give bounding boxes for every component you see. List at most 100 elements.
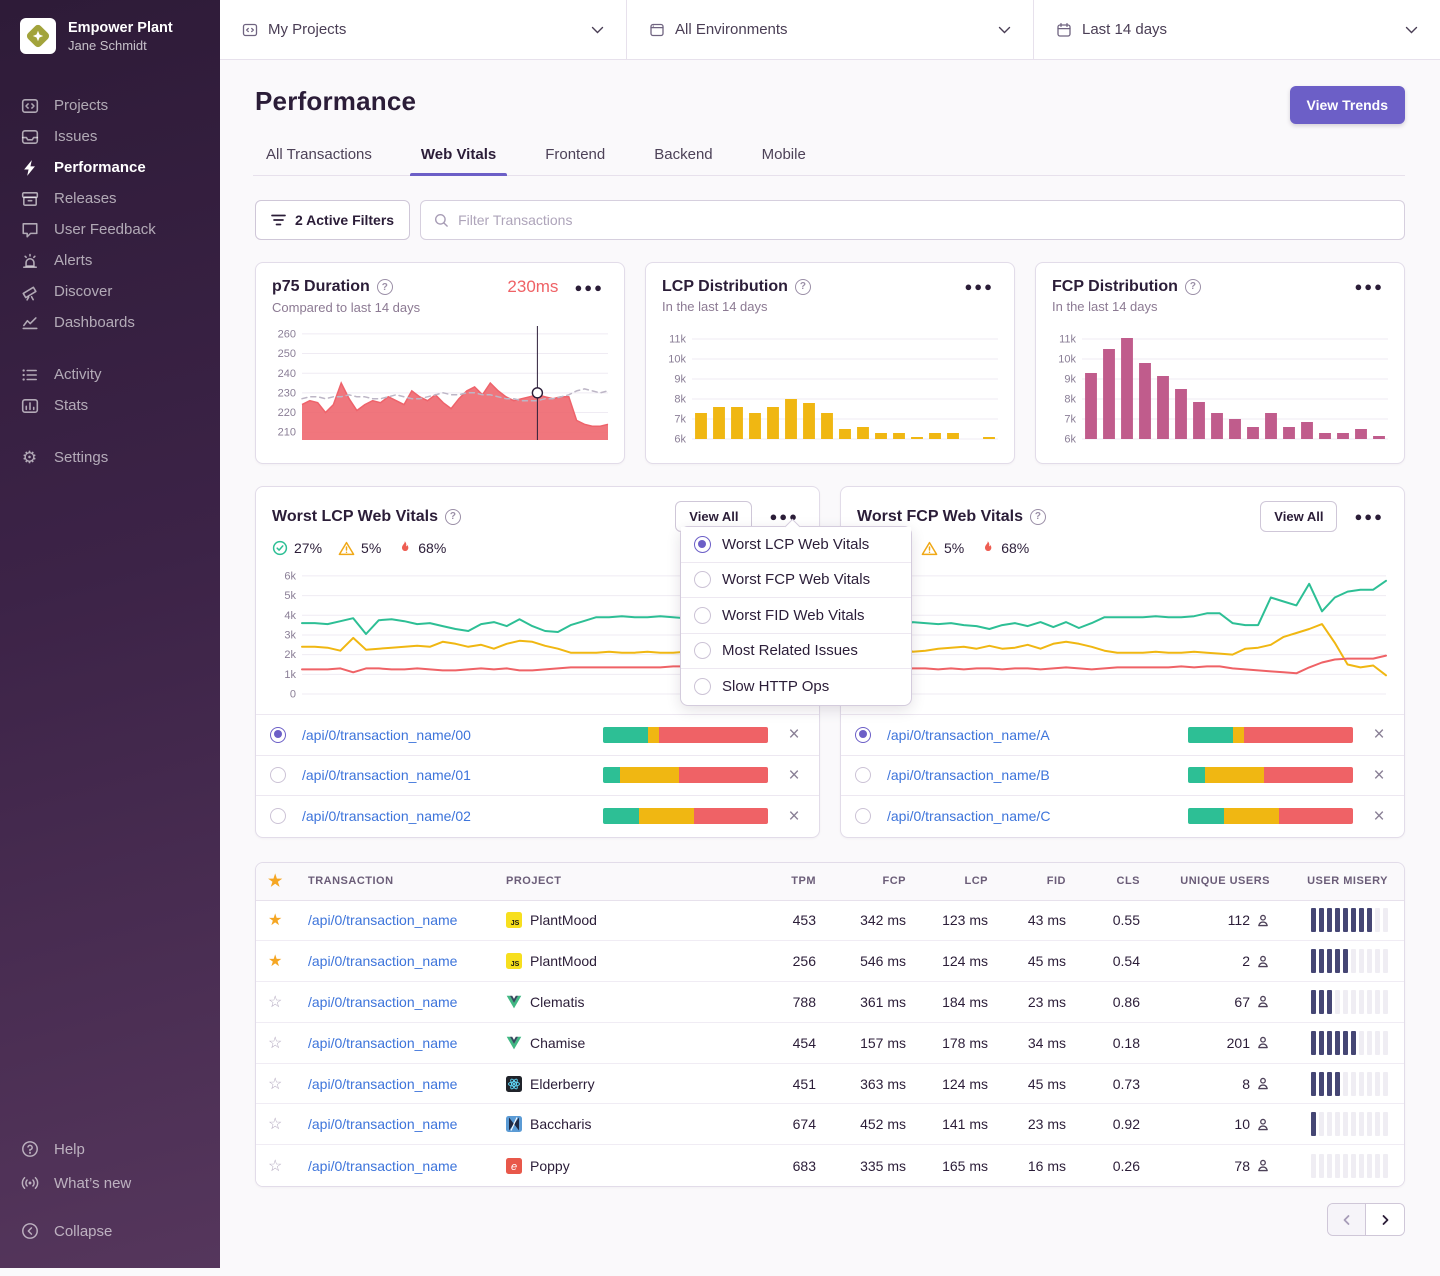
next-page-button[interactable] (1366, 1204, 1404, 1235)
lcp-value: 165 ms (906, 1158, 988, 1174)
tab-mobile[interactable]: Mobile (751, 146, 817, 175)
radio-icon[interactable] (694, 571, 711, 588)
radio-icon[interactable] (694, 642, 711, 659)
radio-icon[interactable] (855, 808, 871, 824)
close-icon[interactable]: × (1364, 807, 1394, 826)
sidebar-item-dashboards[interactable]: Dashboards (0, 307, 220, 338)
star-toggle[interactable]: ☆ (268, 992, 308, 1012)
radio-icon[interactable] (694, 678, 711, 695)
project-link[interactable]: Elderberry (530, 1076, 595, 1092)
misery-segment (1367, 908, 1372, 932)
transaction-link[interactable]: /api/0/transaction_name/B (887, 767, 1188, 783)
transaction-link[interactable]: /api/0/transaction_name (308, 953, 506, 969)
org-switcher[interactable]: Empower Plant Jane Schmidt (0, 0, 220, 68)
star-toggle[interactable]: ★ (268, 951, 308, 971)
help-icon[interactable]: ? (1030, 509, 1046, 525)
svg-text:210: 210 (278, 427, 296, 439)
view-trends-button[interactable]: View Trends (1290, 86, 1405, 124)
sidebar-item-discover[interactable]: Discover (0, 276, 220, 307)
transaction-link[interactable]: /api/0/transaction_name/C (887, 808, 1188, 824)
close-icon[interactable]: × (1364, 725, 1394, 744)
sidebar-item-help[interactable]: Help (0, 1132, 220, 1166)
menu-item-most-related-issues[interactable]: Most Related Issues (681, 634, 911, 670)
help-icon[interactable]: ? (445, 509, 461, 525)
radio-icon[interactable] (855, 767, 871, 783)
transaction-link[interactable]: /api/0/transaction_name (308, 1076, 506, 1092)
project-link[interactable]: Clematis (530, 994, 584, 1010)
sidebar-item-stats[interactable]: Stats (0, 390, 220, 421)
menu-item-worst-fid-web-vitals[interactable]: Worst FID Web Vitals (681, 598, 911, 634)
sidebar-item-alerts[interactable]: Alerts (0, 245, 220, 276)
transaction-link[interactable]: /api/0/transaction_name (308, 1035, 506, 1051)
tab-backend[interactable]: Backend (643, 146, 723, 175)
radio-icon[interactable] (270, 767, 286, 783)
close-icon[interactable]: × (779, 725, 809, 744)
sidebar-item-releases[interactable]: Releases (0, 183, 220, 214)
more-options-button[interactable]: ●●● (960, 277, 998, 296)
project-link[interactable]: Poppy (530, 1158, 570, 1174)
tab-frontend[interactable]: Frontend (534, 146, 616, 175)
sidebar-item-issues[interactable]: Issues (0, 121, 220, 152)
transaction-link[interactable]: /api/0/transaction_name (308, 912, 506, 928)
menu-item-worst-fcp-web-vitals[interactable]: Worst FCP Web Vitals (681, 563, 911, 599)
transaction-link[interactable]: /api/0/transaction_name/02 (302, 808, 603, 824)
transaction-link[interactable]: /api/0/transaction_name/01 (302, 767, 603, 783)
help-icon[interactable]: ? (1185, 279, 1201, 295)
svg-text:JS: JS (511, 920, 520, 927)
transaction-link[interactable]: /api/0/transaction_name (308, 1116, 506, 1132)
more-options-button[interactable]: ●●● (1350, 507, 1388, 526)
more-options-button[interactable]: ●●● (1350, 277, 1388, 296)
menu-item-worst-lcp-web-vitals[interactable]: Worst LCP Web Vitals (681, 527, 911, 563)
transaction-link[interactable]: /api/0/transaction_name (308, 1158, 506, 1174)
star-toggle[interactable]: ☆ (268, 1156, 308, 1176)
star-toggle[interactable]: ☆ (268, 1033, 308, 1053)
environment-selector[interactable]: All Environments (627, 0, 1034, 59)
sidebar-footer: Help What’s new Collapse (0, 1132, 220, 1258)
sidebar-item-performance[interactable]: Performance (0, 152, 220, 183)
project-link[interactable]: Baccharis (530, 1116, 591, 1132)
sidebar-item-user-feedback[interactable]: User Feedback (0, 214, 220, 245)
project-link[interactable]: PlantMood (530, 912, 597, 928)
radio-icon[interactable] (694, 607, 711, 624)
transaction-link[interactable]: /api/0/transaction_name (308, 994, 506, 1010)
help-icon[interactable]: ? (795, 279, 811, 295)
misery-segment (1335, 1112, 1340, 1136)
close-icon[interactable]: × (1364, 766, 1394, 785)
sidebar-item-settings[interactable]: ⚙ Settings (0, 442, 220, 473)
pagination (1327, 1203, 1405, 1236)
p75-value: 230ms (507, 277, 558, 297)
meh-stat: 5% (921, 540, 964, 556)
misery-segment (1311, 1031, 1316, 1055)
tab-all-transactions[interactable]: All Transactions (255, 146, 383, 175)
project-selector[interactable]: My Projects (220, 0, 627, 59)
date-range-selector[interactable]: Last 14 days (1034, 0, 1440, 59)
sidebar-item-whats-new[interactable]: What’s new (0, 1166, 220, 1200)
star-toggle[interactable]: ☆ (268, 1074, 308, 1094)
sidebar-item-label: Projects (54, 97, 108, 114)
search-input[interactable] (458, 212, 1391, 228)
vitals-cards-row: Worst LCP Web Vitals ? View All ●●● 27% … (255, 486, 1405, 838)
radio-icon[interactable] (270, 808, 286, 824)
view-all-button[interactable]: View All (1260, 501, 1337, 532)
radio-icon[interactable] (694, 536, 711, 553)
tab-web-vitals[interactable]: Web Vitals (410, 146, 507, 175)
project-link[interactable]: Chamise (530, 1035, 585, 1051)
prev-page-button[interactable] (1328, 1204, 1366, 1235)
menu-item-slow-http-ops[interactable]: Slow HTTP Ops (681, 669, 911, 705)
close-icon[interactable]: × (779, 807, 809, 826)
sidebar-collapse-button[interactable]: Collapse (0, 1214, 220, 1248)
transaction-link[interactable]: /api/0/transaction_name/00 (302, 727, 603, 743)
star-toggle[interactable]: ☆ (268, 1114, 308, 1134)
radio-icon[interactable] (270, 727, 286, 743)
active-filters-button[interactable]: 2 Active Filters (255, 200, 410, 240)
close-icon[interactable]: × (779, 766, 809, 785)
star-toggle[interactable]: ★ (268, 910, 308, 930)
radio-icon[interactable] (855, 727, 871, 743)
sidebar-item-projects[interactable]: Projects (0, 90, 220, 121)
transaction-link[interactable]: /api/0/transaction_name/A (887, 727, 1188, 743)
sidebar-item-activity[interactable]: Activity (0, 359, 220, 390)
more-options-button[interactable]: ●●● (570, 278, 608, 297)
misery-segment (1375, 949, 1380, 973)
project-link[interactable]: PlantMood (530, 953, 597, 969)
help-icon[interactable]: ? (377, 279, 393, 295)
